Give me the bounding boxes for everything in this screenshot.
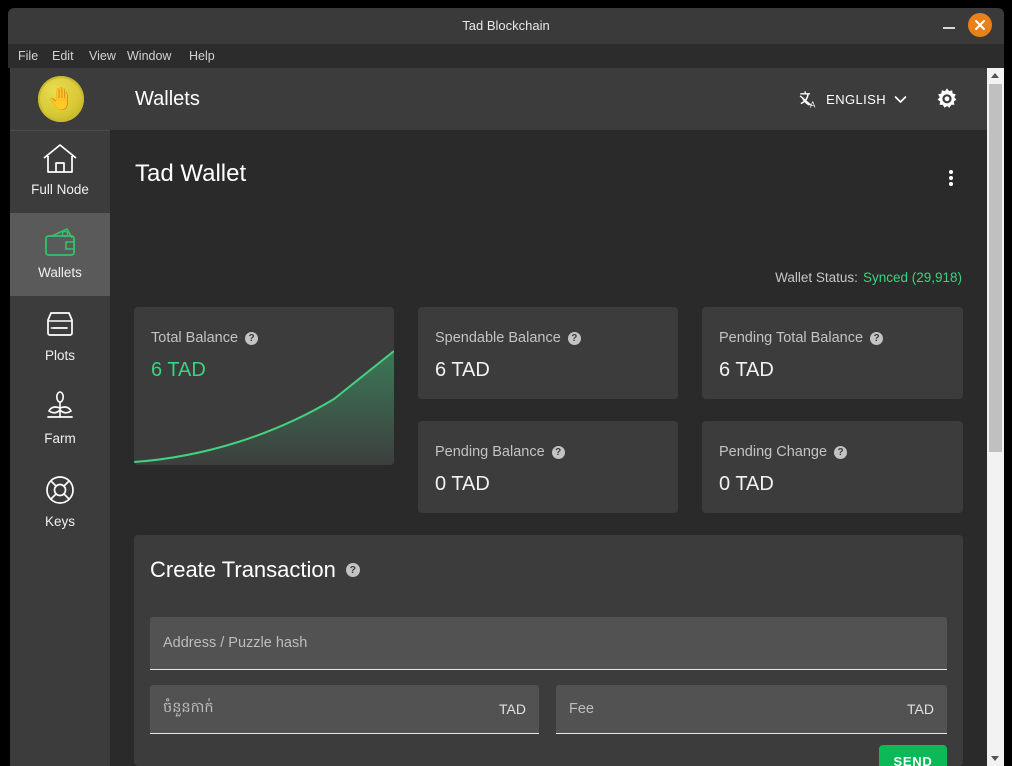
balance-card-title: Total Balance? [151,330,258,346]
fee-input[interactable]: Fee TAD [556,685,947,734]
sidebar-item-label: Wallets [10,265,110,280]
close-icon [973,18,987,32]
menu-bar: File Edit View Window Help [8,44,1004,68]
balance-card-value: 0 TAD [719,473,774,496]
menu-item-file[interactable]: File [16,44,40,68]
help-icon[interactable]: ? [245,332,258,345]
sidebar-item-label: Farm [10,431,110,446]
help-icon[interactable]: ? [552,446,565,459]
wallet-status: Wallet Status: Synced (29,918) [775,270,962,285]
chevron-down-icon [894,95,907,104]
scrollbar-thumb[interactable] [989,84,1002,452]
plant-icon [10,391,110,427]
wallet-name: Tad Wallet [135,160,246,188]
minimize-button[interactable] [940,18,958,34]
sidebar-item-label: Plots [10,348,110,363]
home-icon [10,142,110,178]
lifering-icon [10,474,110,510]
page-title: Wallets [135,68,200,130]
app-window: Tad Blockchain File Edit View Window Hel… [0,0,1012,766]
sidebar-item-label: Keys [10,514,110,529]
settings-button[interactable] [935,87,959,111]
main-panel: Wallets A ENGLISH [110,68,987,766]
balance-card-title: Pending Change? [719,444,847,460]
balance-card-title: Pending Total Balance? [719,330,883,346]
scroll-down-arrow-icon[interactable] [987,751,1004,766]
hand-ok-emoji-logo-icon: 🤚 [38,76,84,122]
scroll-up-arrow-icon[interactable] [987,68,1004,83]
sidebar-item-farm[interactable]: Farm [10,379,110,462]
help-icon[interactable]: ? [870,332,883,345]
fee-unit-label: TAD [907,685,934,733]
window-title: Tad Blockchain [8,8,1004,44]
menu-item-view[interactable]: View [87,44,118,68]
svg-text:A: A [810,100,816,109]
help-icon[interactable]: ? [568,332,581,345]
wallet-menu-button[interactable] [939,166,963,190]
balance-sparkline-chart [134,345,394,465]
close-button[interactable] [968,13,992,37]
sidebar-item-wallets[interactable]: Wallets [10,213,110,296]
wallet-icon [10,225,110,261]
help-icon[interactable]: ? [346,563,360,577]
harddrive-icon [10,308,110,344]
balance-card-total: Total Balance? 6 TAD [134,307,394,465]
wallet-content: Tad Wallet Wallet Status: Synced (29,918)… [110,130,987,766]
language-label: ENGLISH [826,92,886,107]
balance-card-value: 0 TAD [435,473,490,496]
fee-input-placeholder: Fee [569,685,594,733]
address-input-placeholder: Address / Puzzle hash [163,617,307,669]
balance-card-title-text: Pending Change [719,444,827,460]
vertical-scrollbar[interactable] [987,68,1004,766]
balance-card-value: 6 TAD [435,359,490,382]
window-titlebar: Tad Blockchain [8,8,1004,44]
sidebar-item-keys[interactable]: Keys [10,462,110,545]
help-icon[interactable]: ? [834,446,847,459]
address-input[interactable]: Address / Puzzle hash [150,617,947,670]
balance-card-title-text: Pending Total Balance [719,330,863,346]
balance-card-title-text: Total Balance [151,330,238,346]
sidebar-item-full-node[interactable]: Full Node [10,130,110,213]
menu-item-help[interactable]: Help [187,44,217,68]
sidebar: 🤚 Full Node Walle [10,68,110,766]
balance-card-title: Pending Balance? [435,444,565,460]
amount-unit-label: TAD [499,685,526,733]
amount-input-placeholder: ចំនួនកាក់ [163,685,214,733]
create-transaction-title: Create Transaction? [150,557,360,583]
logo-circle: 🤚 [38,76,84,122]
kebab-menu-icon [949,176,953,180]
amount-input[interactable]: ចំនួនកាក់ TAD [150,685,539,734]
balance-card-title: Spendable Balance? [435,330,581,346]
kebab-menu-icon [949,170,953,174]
balance-card-pending-change: Pending Change? 0 TAD [702,421,963,513]
create-transaction-card: Create Transaction? Address / Puzzle has… [134,535,963,766]
sidebar-item-label: Full Node [10,182,110,197]
wallet-status-value: Synced (29,918) [863,270,962,285]
wallet-status-label: Wallet Status: [775,270,858,285]
page-topbar: Wallets A ENGLISH [110,68,987,130]
menu-item-edit[interactable]: Edit [50,44,76,68]
menu-item-window[interactable]: Window [125,44,173,68]
balance-card-value: 6 TAD [719,359,774,382]
language-selector[interactable]: A ENGLISH [799,88,907,110]
balance-card-spendable: Spendable Balance? 6 TAD [418,307,678,399]
app-logo[interactable]: 🤚 [10,68,110,131]
gear-icon [935,87,959,111]
sidebar-item-plots[interactable]: Plots [10,296,110,379]
balance-card-title-text: Spendable Balance [435,330,561,346]
balance-card-pending-balance: Pending Balance? 0 TAD [418,421,678,513]
balance-card-pending-total: Pending Total Balance? 6 TAD [702,307,963,399]
kebab-menu-icon [949,182,953,186]
translate-icon: A [799,90,818,109]
create-transaction-title-text: Create Transaction [150,557,336,582]
balance-card-title-text: Pending Balance [435,444,545,460]
send-button[interactable]: SEND [879,745,947,766]
